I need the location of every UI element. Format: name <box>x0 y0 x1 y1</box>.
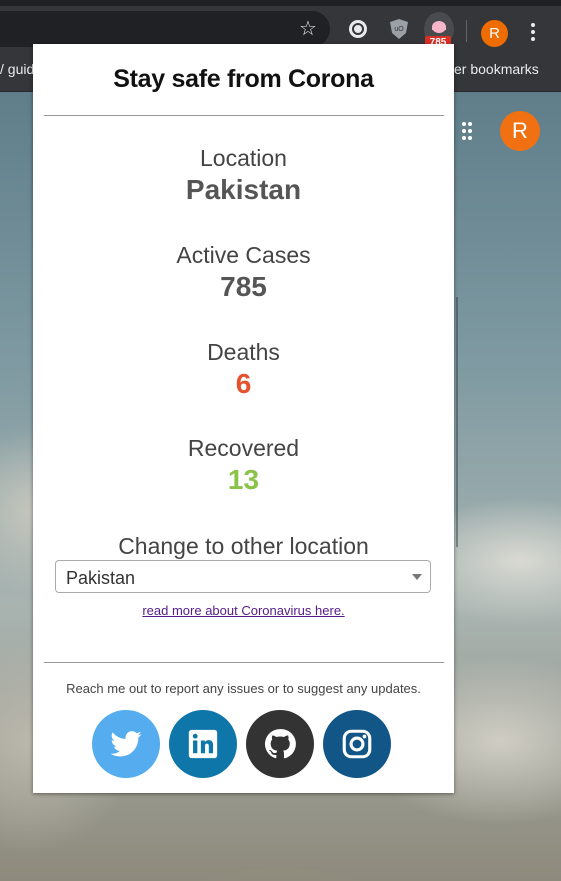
toolbar-separator <box>466 20 467 42</box>
footer-divider <box>44 662 444 663</box>
other-bookmarks[interactable]: er bookmarks <box>454 61 539 77</box>
active-cases-value: 785 <box>220 271 267 302</box>
google-apps-icon[interactable] <box>456 122 472 140</box>
extension-popup: Stay safe from Corona Location Pakistan … <box>33 44 454 793</box>
location-label: Location <box>200 145 287 171</box>
active-cases-label: Active Cases <box>176 242 311 268</box>
profile-avatar[interactable]: R <box>481 20 508 47</box>
change-location-label: Change to other location <box>118 533 369 559</box>
title-divider <box>44 115 444 116</box>
instagram-button[interactable] <box>323 710 391 778</box>
report-text: Reach me out to report any issues or to … <box>66 681 421 696</box>
location-select-value: Pakistan <box>66 568 136 588</box>
linkedin-button[interactable] <box>169 710 237 778</box>
deaths-label: Deaths <box>207 339 280 365</box>
bookmark-item[interactable]: / guid <box>0 61 34 77</box>
instagram-icon <box>342 729 372 759</box>
linkedin-icon <box>188 729 218 759</box>
deaths-value: 6 <box>235 368 252 399</box>
page-account-avatar[interactable]: R <box>500 111 540 151</box>
ublock-shield-icon[interactable]: uO <box>387 17 411 41</box>
recovered-label: Recovered <box>187 435 300 461</box>
recovered-value: 13 <box>227 464 260 495</box>
github-button[interactable] <box>246 710 314 778</box>
location-value: Pakistan <box>185 174 302 205</box>
popup-title: Stay safe from Corona <box>113 65 374 93</box>
twitter-button[interactable] <box>92 710 160 778</box>
location-select[interactable]: Pakistan <box>55 560 431 593</box>
github-icon <box>264 729 296 759</box>
bookmark-star-icon[interactable]: ☆ <box>298 19 318 39</box>
background-divider <box>456 297 458 547</box>
browser-menu-icon[interactable] <box>527 22 539 44</box>
svg-text:uO: uO <box>394 26 404 33</box>
address-bar[interactable] <box>0 11 330 47</box>
read-more-link[interactable]: read more about Coronavirus here. <box>33 603 454 618</box>
extension-sync-icon[interactable] <box>346 17 370 41</box>
twitter-icon <box>110 731 142 757</box>
chevron-down-icon <box>412 574 422 580</box>
